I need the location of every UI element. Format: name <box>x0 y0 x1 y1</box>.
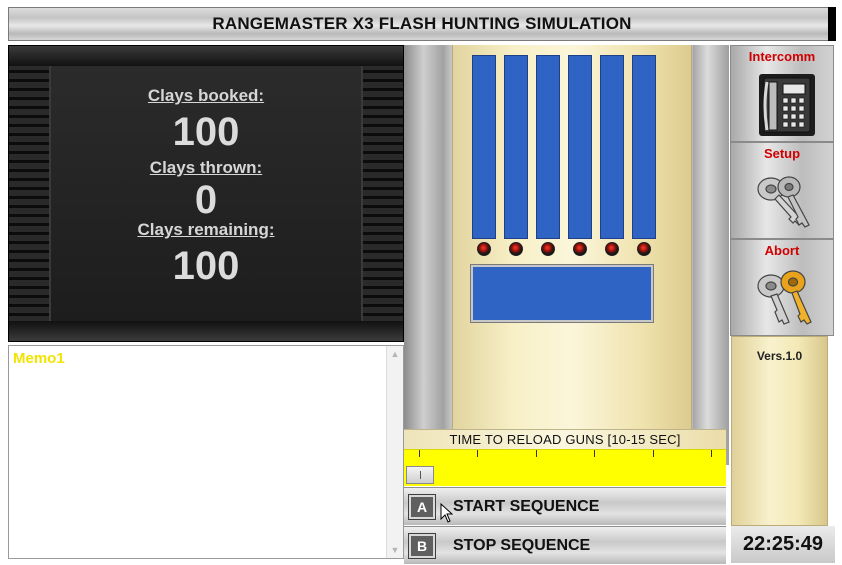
counter-screen: Clays booked: 100 Clays thrown: 0 Clays … <box>51 66 361 321</box>
gun-tube-5 <box>600 55 624 239</box>
reload-label: TIME TO RELOAD GUNS [10-15 SEC] <box>449 432 681 447</box>
title-bar: RANGEMASTER X3 FLASH HUNTING SIMULATION <box>8 7 836 41</box>
counter-bezel-top <box>9 46 403 66</box>
gun-led-4 <box>573 242 587 256</box>
reload-tick <box>419 450 420 457</box>
title-bar-edge <box>828 7 836 41</box>
memo-box[interactable]: Memo1 ▲ ▼ <box>8 345 404 559</box>
reload-display <box>471 265 653 322</box>
clays-booked-label: Clays booked: <box>147 86 265 105</box>
reload-tick <box>653 450 654 457</box>
clock-display: 22:25:49 <box>731 526 835 563</box>
app-title: RANGEMASTER X3 FLASH HUNTING SIMULATION <box>212 14 632 33</box>
counter-bezel-left <box>9 46 51 341</box>
intercomm-label: Intercomm <box>748 49 816 64</box>
gun-panel <box>452 45 692 431</box>
pillar-right <box>693 45 729 465</box>
clays-booked-value: 100 <box>172 110 240 154</box>
reload-tick <box>536 450 537 457</box>
abort-button[interactable]: Abort <box>730 239 834 336</box>
memo-scrollbar[interactable]: ▲ ▼ <box>386 346 403 558</box>
gun-tube-4 <box>568 55 592 239</box>
reload-slider-thumb[interactable] <box>406 466 434 484</box>
gun-led-3 <box>541 242 555 256</box>
gun-tube-1 <box>472 55 496 239</box>
setup-button[interactable]: Setup <box>730 142 834 239</box>
clays-remaining-label: Clays remaining: <box>137 220 275 239</box>
reload-tick <box>477 450 478 457</box>
intercomm-button[interactable]: Intercomm <box>730 45 834 142</box>
start-sequence-label: START SEQUENCE <box>453 497 600 515</box>
reload-tick <box>594 450 595 457</box>
scroll-up-icon[interactable]: ▲ <box>387 346 403 362</box>
gun-rack-area <box>404 45 729 465</box>
clays-remaining-value: 100 <box>172 244 240 288</box>
start-key-badge: A <box>409 494 435 519</box>
gun-tube-6 <box>632 55 656 239</box>
keys-icon <box>757 176 810 228</box>
memo-text[interactable]: Memo1 <box>13 350 65 367</box>
reload-slider-track[interactable] <box>404 449 726 486</box>
reload-label-strip: TIME TO RELOAD GUNS [10-15 SEC] <box>404 429 726 449</box>
scroll-down-icon[interactable]: ▼ <box>387 542 403 558</box>
stop-key-badge: B <box>409 533 435 558</box>
gun-tube-3 <box>536 55 560 239</box>
counter-bezel-bottom <box>9 321 403 341</box>
clays-thrown-value: 0 <box>194 178 218 222</box>
mouse-cursor-icon <box>440 503 454 523</box>
setup-label: Setup <box>763 146 801 161</box>
clays-thrown-label: Clays thrown: <box>149 158 263 177</box>
gun-tube-2 <box>504 55 528 239</box>
clock-time: 22:25:49 <box>742 533 824 555</box>
stop-sequence-label: STOP SEQUENCE <box>453 536 591 554</box>
gun-led-1 <box>477 242 491 256</box>
counter-bezel-right <box>361 46 403 341</box>
gun-led-2 <box>509 242 523 256</box>
version-label: Vers.1.0 <box>756 349 803 363</box>
telephone-icon <box>759 74 815 136</box>
abort-label: Abort <box>764 243 800 258</box>
gun-led-5 <box>605 242 619 256</box>
gun-led-6 <box>637 242 651 256</box>
keys-gold-icon <box>757 270 812 325</box>
stop-sequence-button[interactable]: B STOP SEQUENCE <box>404 526 726 564</box>
version-panel: Vers.1.0 <box>731 336 828 526</box>
clay-counter-panel: Clays booked: 100 Clays thrown: 0 Clays … <box>8 45 404 342</box>
reload-tick <box>711 450 712 457</box>
